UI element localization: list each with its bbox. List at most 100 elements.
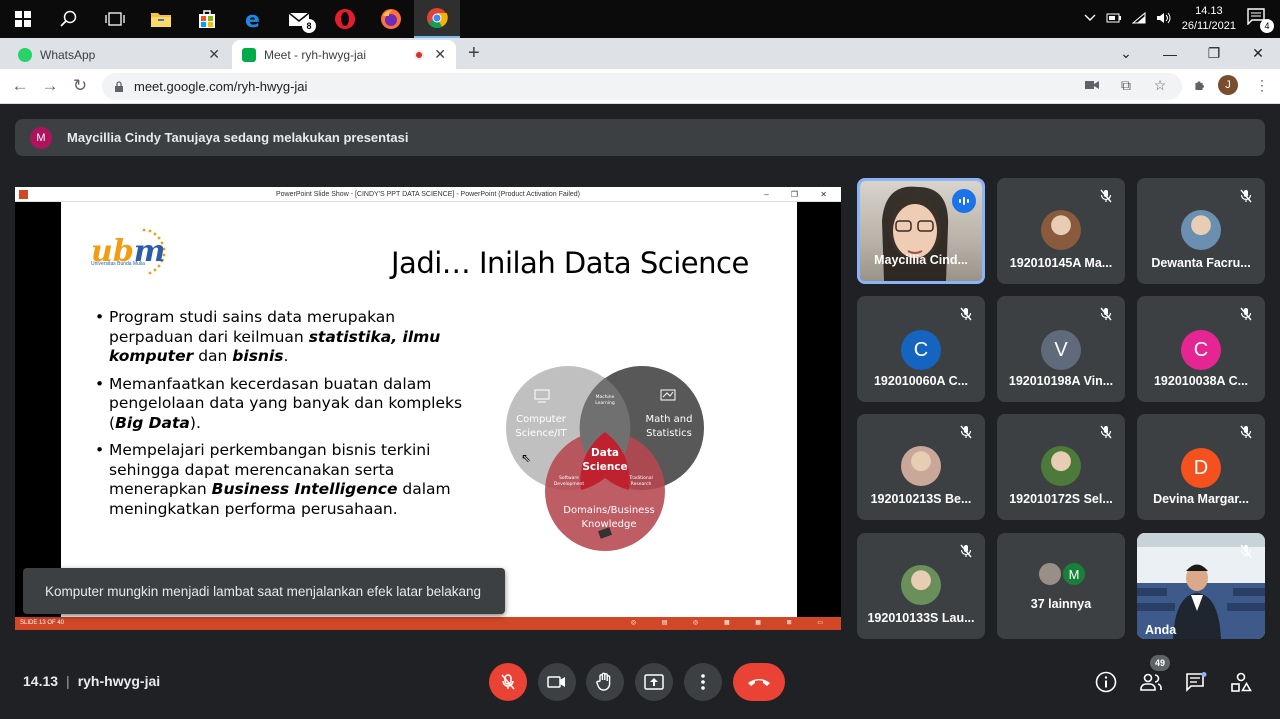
chrome-icon[interactable] — [414, 0, 460, 38]
browser-tabstrip: WhatsApp ✕ Meet - ryh-hwyg-jai ✕ + ⌄ — ❐… — [0, 38, 1280, 69]
reload-button[interactable]: ↻ — [69, 75, 91, 97]
meeting-info: 14.13 | ryh-hwyg-jai — [23, 673, 161, 689]
bullet-item: Program studi sains data merupakan perpa… — [95, 308, 475, 367]
mouse-cursor-icon: ⇖ — [521, 451, 532, 465]
participant-avatar: D — [1181, 448, 1221, 488]
new-tab-button[interactable]: + — [468, 42, 480, 65]
chrome-menu-icon[interactable]: ⋮ — [1252, 75, 1272, 95]
meeting-code: ryh-hwyg-jai — [77, 673, 161, 689]
mail-badge: 8 — [302, 19, 316, 33]
restore-button[interactable]: ❐ — [1192, 38, 1236, 69]
store-icon[interactable] — [184, 0, 230, 38]
tab-title: WhatsApp — [40, 47, 96, 62]
extension-icons: ⧉ ☆ J ⋮ — [1082, 75, 1272, 95]
tab-search-icon[interactable]: ⌄ — [1104, 38, 1148, 69]
venn-diagram: Computer Science/IT Math and Statistics Do… — [506, 366, 704, 551]
more-vert-icon — [701, 674, 705, 690]
close-tab-icon[interactable]: ✕ — [208, 46, 220, 63]
mic-toggle-button[interactable] — [489, 663, 527, 701]
presenting-banner: M Maycillia Cindy Tanujaya sedang melaku… — [15, 119, 1265, 156]
participant-name: 192010172S Sel... — [1009, 492, 1113, 506]
mic-off-icon — [958, 424, 974, 440]
clock[interactable]: 14.13 26/11/2021 — [1182, 4, 1236, 34]
powerpoint-window-title: PowerPoint Slide Show - [CINDY'S PPT DAT… — [275, 191, 580, 198]
clock-time: 14.13 — [1195, 5, 1223, 17]
mic-off-icon — [1238, 306, 1254, 322]
task-view-icon[interactable] — [92, 0, 138, 38]
camera-indicator-icon[interactable] — [1082, 75, 1102, 95]
edge-icon[interactable]: e — [230, 0, 276, 38]
slide-bullets: Program studi sains data merupakan perpa… — [95, 308, 475, 527]
powerpoint-statusbar: SLIDE 13 OF 40 ◎ ▤ ◎ ▦ ▦ ⊠ ▭ — [15, 617, 841, 630]
participant-photo — [1041, 446, 1081, 486]
camera-icon — [547, 676, 565, 688]
participant-name: 192010038A C... — [1153, 374, 1249, 388]
participant-tile[interactable]: Anda — [1137, 533, 1265, 639]
bookmark-star-icon[interactable]: ☆ — [1150, 75, 1170, 95]
window-controls: ⌄ — ❐ ✕ — [1104, 38, 1280, 69]
slide-title: Jadi… Inilah Data Science — [391, 246, 749, 280]
mic-off-icon — [1238, 543, 1254, 559]
firefox-icon[interactable] — [368, 0, 414, 38]
participant-name: 192010133S Lau... — [867, 611, 975, 625]
camera-toggle-button[interactable] — [538, 663, 576, 701]
tab-title: Meet - ryh-hwyg-jai — [264, 47, 367, 62]
end-call-button[interactable] — [733, 663, 785, 701]
search-icon[interactable] — [46, 0, 92, 38]
close-tab-icon[interactable]: ✕ — [434, 46, 446, 63]
mic-off-icon — [958, 306, 974, 322]
url-bar[interactable]: meet.google.com/ryh-hwyg-jai — [102, 73, 1182, 100]
raise-hand-button[interactable] — [586, 663, 624, 701]
more-options-button[interactable] — [684, 663, 722, 701]
mic-off-icon — [1238, 424, 1254, 440]
participant-tile[interactable]: D Devina Margar... — [1137, 414, 1265, 520]
profile-avatar[interactable]: J — [1218, 75, 1238, 95]
close-window-button[interactable]: ✕ — [1236, 38, 1280, 69]
meeting-details-button[interactable] — [1093, 669, 1119, 695]
people-icon — [1140, 673, 1162, 691]
participant-tile[interactable]: M 37 lainnya — [997, 533, 1125, 639]
powerpoint-window-controls: – ❐ ✕ — [764, 190, 837, 199]
participant-tile[interactable]: 192010172S Sel... — [997, 414, 1125, 520]
mic-off-icon — [501, 674, 515, 690]
chevron-up-icon[interactable] — [1084, 13, 1096, 25]
participant-tile[interactable]: C 192010038A C... — [1137, 296, 1265, 402]
file-explorer-icon[interactable] — [138, 0, 184, 38]
chat-icon — [1186, 672, 1207, 692]
participant-tile[interactable]: V 192010198A Vin... — [997, 296, 1125, 402]
presentation-stage: PowerPoint Slide Show - [CINDY'S PPT DAT… — [15, 187, 841, 630]
notification-center-icon[interactable]: 4 — [1246, 7, 1274, 33]
minimize-button[interactable]: — — [1148, 38, 1192, 69]
participant-avatar: C — [901, 330, 941, 370]
back-button[interactable]: ← — [9, 75, 31, 97]
wifi-icon[interactable] — [1131, 11, 1146, 27]
toast-text: Komputer mungkin menjadi lambat saat men… — [45, 583, 482, 599]
mic-off-icon — [1098, 306, 1114, 322]
participant-tile[interactable]: 192010213S Be... — [857, 414, 985, 520]
extensions-puzzle-icon[interactable] — [1184, 75, 1204, 95]
present-screen-button[interactable] — [635, 663, 673, 701]
participant-tile[interactable]: C 192010060A C... — [857, 296, 985, 402]
opera-icon[interactable] — [322, 0, 368, 38]
windows-start-icon[interactable] — [0, 0, 46, 38]
presenter-avatar: M — [30, 126, 52, 149]
tab-meet[interactable]: Meet - ryh-hwyg-jai ✕ — [232, 40, 456, 69]
participant-tile[interactable]: Dewanta Facru... — [1137, 178, 1265, 284]
statusbar-view-icons[interactable]: ◎ ▤ ◎ ▦ ▦ ⊠ ▭ — [631, 617, 835, 630]
participant-tile[interactable]: Maycillia Cind... — [857, 178, 985, 284]
open-in-icon[interactable]: ⧉ — [1116, 75, 1136, 95]
meeting-time: 14.13 — [23, 673, 59, 689]
participant-photo — [1037, 561, 1063, 587]
battery-icon[interactable] — [1106, 13, 1122, 26]
chat-button[interactable] — [1183, 669, 1209, 695]
participant-tile[interactable]: 192010145A Ma... — [997, 178, 1125, 284]
tab-whatsapp[interactable]: WhatsApp ✕ — [8, 40, 230, 69]
activities-button[interactable] — [1228, 669, 1254, 695]
participant-name: Maycillia Cind... — [874, 253, 968, 267]
mail-icon[interactable]: 8 — [276, 0, 322, 38]
volume-icon[interactable] — [1156, 12, 1172, 27]
forward-button[interactable]: → — [39, 75, 61, 97]
participant-tile[interactable]: 192010133S Lau... — [857, 533, 985, 639]
participant-photo — [901, 446, 941, 486]
people-button[interactable] — [1138, 669, 1164, 695]
